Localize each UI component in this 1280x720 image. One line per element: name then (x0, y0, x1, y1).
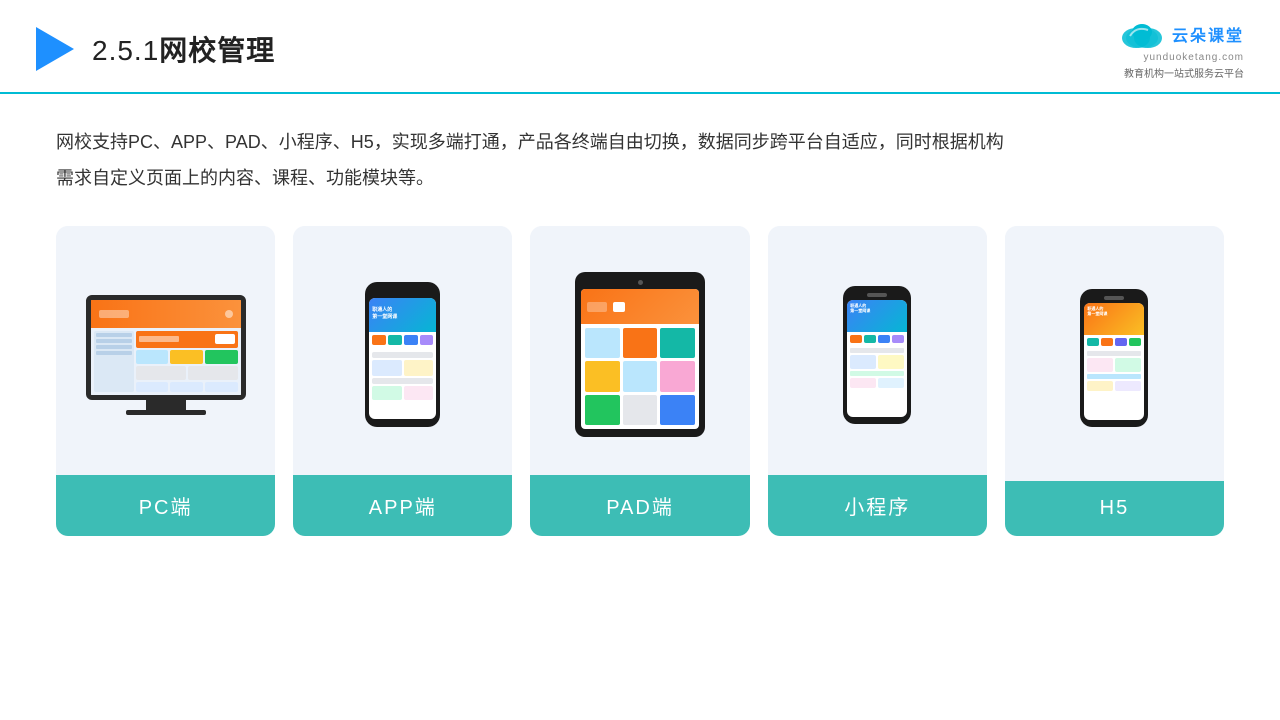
phone-notch (391, 290, 415, 295)
page-title: 2.5.1网校管理 (92, 29, 275, 69)
phone-body-miniapp: 职通人的第一堂网课 (843, 286, 911, 424)
card-miniapp-label: 小程序 (768, 475, 987, 536)
phone-device-miniapp: 职通人的第一堂网课 (843, 286, 911, 424)
card-pc: PC端 (56, 226, 275, 536)
tablet-device (575, 272, 705, 437)
description-text: 网校支持PC、APP、PAD、小程序、H5，实现多端打通，产品各终端自由切换，数… (56, 124, 1224, 196)
phone-body-app: 职通人的第一堂网课 (365, 282, 440, 427)
phone-body-h5: 职通人的第一堂网课 (1080, 289, 1148, 427)
pc-monitor (86, 295, 246, 400)
phone-screen-h5: 职通人的第一堂网课 (1084, 303, 1144, 420)
body-content: 网校支持PC、APP、PAD、小程序、H5，实现多端打通，产品各终端自由切换，数… (0, 94, 1280, 556)
card-app-image: 职通人的第一堂网课 (293, 226, 512, 475)
header-left: 2.5.1网校管理 (36, 27, 275, 71)
phone-device-app: 职通人的第一堂网课 (365, 282, 440, 427)
card-h5-label: H5 (1005, 481, 1224, 536)
logo-area: 云朵课堂 yunduoketang.com 教育机构一站式服务云平台 (1118, 18, 1244, 80)
card-pad-image (530, 226, 749, 475)
card-app: 职通人的第一堂网课 (293, 226, 512, 536)
logo-text-en: yunduoketang.com (1143, 52, 1244, 63)
card-miniapp: 职通人的第一堂网课 (768, 226, 987, 536)
card-app-label: APP端 (293, 475, 512, 536)
card-pc-image (56, 226, 275, 475)
logo-slogan: 教育机构一站式服务云平台 (1124, 65, 1244, 80)
card-pc-label: PC端 (56, 475, 275, 536)
card-h5: 职通人的第一堂网课 (1005, 226, 1224, 536)
cloud-logo-icon (1118, 18, 1166, 50)
tablet-screen (581, 289, 699, 429)
phone-screen-miniapp: 职通人的第一堂网课 (847, 300, 907, 417)
card-pad: PAD端 (530, 226, 749, 536)
card-pad-label: PAD端 (530, 475, 749, 536)
pc-device (86, 295, 246, 415)
logo-cloud: 云朵课堂 (1118, 18, 1244, 50)
phone-screen-app: 职通人的第一堂网课 (369, 298, 436, 419)
card-h5-image: 职通人的第一堂网课 (1005, 226, 1224, 481)
play-icon (36, 27, 74, 71)
phone-device-h5: 职通人的第一堂网课 (1080, 289, 1148, 427)
logo-text-cn: 云朵课堂 (1172, 22, 1244, 46)
cards-row: PC端 职通人的第一堂网课 (56, 226, 1224, 536)
card-miniapp-image: 职通人的第一堂网课 (768, 226, 987, 475)
tablet-body (575, 272, 705, 437)
tablet-btn (638, 280, 643, 285)
header: 2.5.1网校管理 云朵课堂 yunduoketang.com 教育机构一站式服… (0, 0, 1280, 94)
